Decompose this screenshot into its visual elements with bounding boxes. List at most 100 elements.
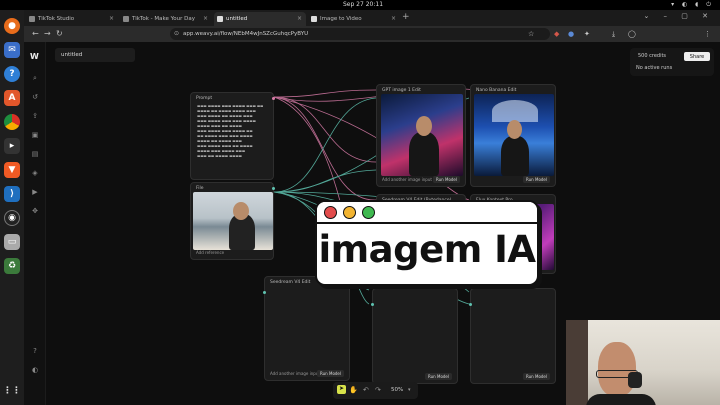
extension-icon[interactable]: ◆ <box>554 30 559 38</box>
red-dot-icon <box>324 206 337 219</box>
overlay-title: imagem IA <box>318 228 536 271</box>
output-port[interactable] <box>272 187 275 190</box>
new-tab-icon[interactable]: + <box>402 12 410 22</box>
tab-tiktok-studio[interactable]: TikTok Studio × <box>26 12 118 26</box>
obs-icon[interactable]: ◉ <box>4 210 20 226</box>
person-head <box>416 116 432 136</box>
brave-icon[interactable]: ▼ <box>4 162 20 178</box>
node-footer[interactable]: Add reference <box>196 250 224 255</box>
redo-icon[interactable]: ↷ <box>375 386 381 394</box>
generated-image <box>474 94 554 176</box>
chrome-icon[interactable] <box>4 114 20 130</box>
download-icon[interactable]: ⤓ <box>612 30 615 39</box>
prompt-text-area[interactable]: ▬▬▬ ▬▬▬▬ ▬▬▬ ▬▬▬▬ ▬▬▬ ▬▬ ▬▬▬▬ ▬▬ ▬▬▬▬ ▬▬▬… <box>197 104 267 159</box>
trash-icon[interactable]: ♻ <box>4 258 20 274</box>
person-shoulder <box>586 394 656 405</box>
node-title: GPT image 1 Edit <box>382 88 421 93</box>
tab-strip: TikTok Studio × TikTok - Make Your Day ×… <box>24 10 720 26</box>
firefox-icon[interactable]: ● <box>4 18 20 34</box>
undo-icon[interactable]: ↶ <box>363 386 369 394</box>
file-node[interactable]: File Add reference <box>190 182 275 260</box>
help-icon[interactable]: ? <box>4 66 20 82</box>
input-port[interactable] <box>263 291 266 294</box>
menu-icon[interactable]: ⋮ <box>704 30 711 38</box>
zoom-level[interactable]: 50% <box>391 387 403 393</box>
nano-banana-node[interactable]: Nano Banana Edit Run Model <box>470 84 556 187</box>
tiktok-favicon-icon <box>123 16 129 22</box>
green-dot-icon <box>362 206 375 219</box>
input-port[interactable] <box>371 303 374 306</box>
forward-icon[interactable]: → <box>44 29 51 38</box>
close-tab-icon[interactable]: × <box>297 15 302 22</box>
input-port[interactable] <box>469 303 472 306</box>
weavy-favicon-icon <box>217 16 223 22</box>
system-top-bar: Sep 27 20:11 ▾ ◐ ◖ ⏻ <box>0 0 720 10</box>
navigation-bar: ← → ↻ ⊙ app.weavy.ai/flow/NEbM4wJnSZcGuh… <box>24 26 720 42</box>
url-text: app.weavy.ai/flow/NEbM4wJnSZcGuhqcPyBYU <box>183 31 309 37</box>
extension-icon-2[interactable]: ● <box>568 30 574 38</box>
puzzle-icon[interactable]: ✦ <box>584 30 590 38</box>
application-dock: ● ✉ ? A ▸ ▼ ⟩ ◉ ▭ ♻ ⋮⋮ <box>0 10 24 405</box>
tab-label: TikTok Studio <box>38 16 75 22</box>
node-footer[interactable]: Add another image input <box>270 371 320 376</box>
seedream-output-node[interactable]: Seedream V4 Edit Add another image input… <box>263 276 350 381</box>
system-tray[interactable]: ▾ ◐ ◖ ⏻ <box>671 1 714 9</box>
overlay-title-bar <box>317 202 537 224</box>
run-model-button[interactable]: Run Model <box>317 370 344 377</box>
tab-label: TikTok - Make Your Day <box>132 16 195 22</box>
yellow-dot-icon <box>343 206 356 219</box>
person-figure <box>501 136 529 176</box>
address-bar[interactable]: ⊙ app.weavy.ai/flow/NEbM4wJnSZcGuhqcPyBY… <box>170 28 550 40</box>
profile-icon[interactable]: ◯ <box>628 30 636 38</box>
output-node-3[interactable]: Run Model <box>469 288 556 384</box>
headphones-shape <box>628 372 642 388</box>
gpt-image-node[interactable]: GPT image 1 Edit Add another image input… <box>376 84 466 187</box>
node-title: Seedream V4 Edit <box>270 280 311 285</box>
tiktok-favicon-icon <box>29 16 35 22</box>
person-figure <box>409 132 439 176</box>
vscode-icon[interactable]: ⟩ <box>4 186 20 202</box>
terminal-icon[interactable]: ▸ <box>4 138 20 154</box>
show-apps-icon[interactable]: ⋮⋮ <box>3 383 21 399</box>
node-footer[interactable]: Add another image input <box>382 177 432 182</box>
close-tab-icon[interactable]: × <box>109 15 114 22</box>
mail-icon[interactable]: ✉ <box>4 42 20 58</box>
software-store-icon[interactable]: A <box>4 90 20 106</box>
select-tool-icon[interactable]: ➤ <box>337 385 346 394</box>
webcam-overlay <box>566 320 720 405</box>
person-head <box>233 202 249 220</box>
site-info-icon[interactable]: ⊙ <box>174 30 179 37</box>
files-icon[interactable]: ▭ <box>4 234 20 250</box>
node-title: Prompt <box>196 96 213 101</box>
zoom-dropdown-icon[interactable]: ▾ <box>408 387 411 393</box>
run-model-button[interactable]: Run Model <box>425 373 452 380</box>
person-head <box>507 120 522 139</box>
reference-photo <box>193 192 273 250</box>
output-node-2[interactable]: Run Model <box>371 288 458 384</box>
weavy-favicon-icon <box>311 16 317 22</box>
node-title: Nano Banana Edit <box>476 88 517 93</box>
title-overlay-card: imagem IA <box>315 200 539 286</box>
hand-tool-icon[interactable]: ✋ <box>349 386 358 394</box>
prompt-node[interactable]: Prompt ▬▬▬ ▬▬▬▬ ▬▬▬ ▬▬▬▬ ▬▬▬ ▬▬ ▬▬▬▬ ▬▬ ▬… <box>190 92 275 180</box>
close-tab-icon[interactable]: × <box>391 15 396 22</box>
wall-shelf <box>566 320 588 405</box>
tab-label: Image to Video <box>320 16 362 22</box>
run-model-button[interactable]: Run Model <box>523 176 550 183</box>
tab-image-to-video[interactable]: Image to Video × <box>308 12 400 26</box>
system-clock[interactable]: Sep 27 20:11 <box>338 1 388 8</box>
tab-untitled[interactable]: untitled × <box>214 12 306 26</box>
desktop-screen: Sep 27 20:11 ▾ ◐ ◖ ⏻ ● ✉ ? A ▸ ▼ ⟩ ◉ ▭ ♻… <box>0 0 720 405</box>
run-model-button[interactable]: Run Model <box>433 176 460 183</box>
tab-tiktok[interactable]: TikTok - Make Your Day × <box>120 12 212 26</box>
close-tab-icon[interactable]: × <box>203 15 208 22</box>
node-title: File <box>196 186 204 191</box>
output-port[interactable] <box>272 97 275 100</box>
back-icon[interactable]: ← <box>32 29 39 38</box>
bookmark-star-icon[interactable]: ☆ <box>528 30 534 38</box>
reload-icon[interactable]: ↻ <box>56 29 63 38</box>
canvas-toolbar: ➤ ✋ ↶ ↷ 50% ▾ <box>333 382 418 399</box>
window-controls[interactable]: ⌄ – ▢ ✕ <box>643 12 714 20</box>
umbrella-shape <box>492 100 538 122</box>
run-model-button[interactable]: Run Model <box>523 373 550 380</box>
